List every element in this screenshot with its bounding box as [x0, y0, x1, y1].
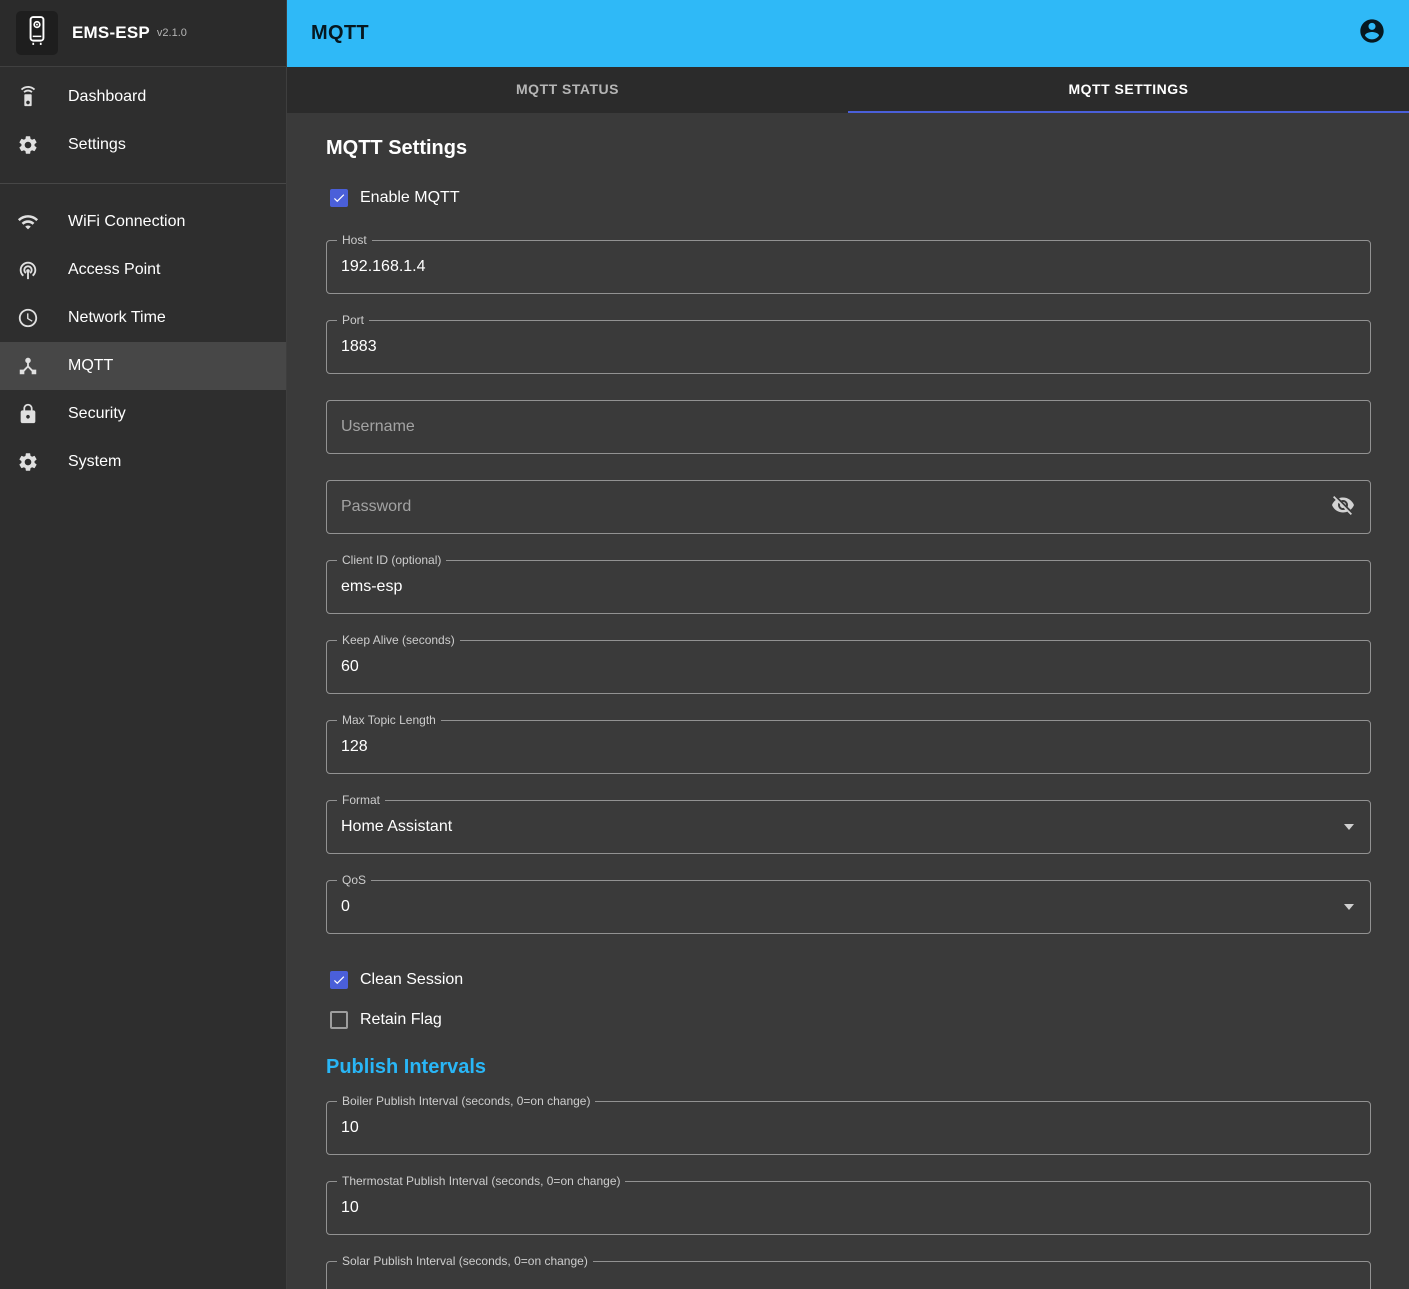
field-value: Home Assistant	[341, 818, 1344, 836]
field-value: 1883	[341, 338, 1356, 356]
sidebar-item-wifi-connection[interactable]: WiFi Connection	[0, 198, 286, 246]
sidebar-item-security[interactable]: Security	[0, 390, 286, 438]
field-placeholder: Username	[341, 418, 1356, 436]
field-label: Format	[337, 793, 385, 807]
lock-icon	[16, 402, 40, 426]
sidebar-item-settings[interactable]: Settings	[0, 121, 286, 169]
username-field[interactable]: Username	[326, 400, 1371, 454]
client-id-field[interactable]: Client ID (optional) ems-esp	[326, 560, 1371, 614]
checkbox-label: Clean Session	[360, 971, 463, 989]
tab-mqtt-settings[interactable]: MQTT SETTINGS	[848, 67, 1409, 113]
device-hub-icon	[16, 354, 40, 378]
app-version: v2.1.0	[157, 27, 187, 39]
host-field[interactable]: Host 192.168.1.4	[326, 240, 1371, 294]
thermostat-publish-interval-field[interactable]: Thermostat Publish Interval (seconds, 0=…	[326, 1181, 1371, 1235]
gear-icon	[16, 450, 40, 474]
sidebar-project-menu: WiFi Connection Access Point Network Tim…	[0, 192, 286, 492]
sidebar-main-menu: Dashboard Settings	[0, 67, 286, 175]
app-root: EMS-ESP v2.1.0 Dashboard Settings	[0, 0, 1409, 1289]
sidebar-divider	[0, 183, 286, 184]
account-circle-icon	[1358, 17, 1386, 50]
form-title: MQTT Settings	[326, 137, 1371, 160]
tabbar: MQTT STATUS MQTT SETTINGS	[287, 67, 1409, 113]
sidebar-header: EMS-ESP v2.1.0	[0, 0, 286, 67]
field-label: Thermostat Publish Interval (seconds, 0=…	[337, 1174, 625, 1188]
checkbox-checked-icon	[330, 189, 348, 207]
field-label: Boiler Publish Interval (seconds, 0=on c…	[337, 1094, 595, 1108]
dropdown-arrow-icon	[1344, 904, 1354, 910]
wifi-tethering-icon	[16, 258, 40, 282]
app-logo	[16, 11, 58, 55]
sidebar-item-label: MQTT	[68, 357, 113, 375]
field-label: Port	[337, 313, 369, 327]
field-value: 10	[341, 1119, 1356, 1137]
sidebar-item-mqtt[interactable]: MQTT	[0, 342, 286, 390]
water-heater-icon	[24, 16, 50, 51]
main-area: MQTT MQTT STATUS MQTT SETTINGS MQTT Sett…	[287, 0, 1409, 1289]
tab-mqtt-status[interactable]: MQTT STATUS	[287, 67, 848, 113]
keep-alive-field[interactable]: Keep Alive (seconds) 60	[326, 640, 1371, 694]
port-field[interactable]: Port 1883	[326, 320, 1371, 374]
enable-mqtt-checkbox[interactable]: Enable MQTT	[326, 178, 1371, 218]
sidebar-item-label: WiFi Connection	[68, 213, 185, 231]
sidebar-item-label: Settings	[68, 136, 126, 154]
sidebar-item-label: Dashboard	[68, 88, 146, 106]
appbar: MQTT	[287, 0, 1409, 67]
field-value: 0	[341, 898, 1344, 916]
field-value: 60	[341, 658, 1356, 676]
wifi-icon	[16, 210, 40, 234]
boiler-publish-interval-field[interactable]: Boiler Publish Interval (seconds, 0=on c…	[326, 1101, 1371, 1155]
checkbox-label: Enable MQTT	[360, 189, 460, 207]
toggle-password-visibility-button[interactable]	[1330, 494, 1356, 520]
sidebar-item-dashboard[interactable]: Dashboard	[0, 73, 286, 121]
checkbox-label: Retain Flag	[360, 1011, 442, 1029]
qos-select[interactable]: QoS 0	[326, 880, 1371, 934]
field-value: 10	[341, 1199, 1356, 1217]
sidebar-item-label: Network Time	[68, 309, 166, 327]
app-title: EMS-ESP	[72, 23, 150, 43]
password-field[interactable]: Password	[326, 480, 1371, 534]
field-label: Solar Publish Interval (seconds, 0=on ch…	[337, 1254, 593, 1268]
visibility-off-icon	[1331, 493, 1355, 522]
sidebar-item-label: Access Point	[68, 261, 160, 279]
field-label: Max Topic Length	[337, 713, 441, 727]
field-value: 192.168.1.4	[341, 258, 1356, 276]
format-select[interactable]: Format Home Assistant	[326, 800, 1371, 854]
field-value: ems-esp	[341, 578, 1356, 596]
gear-icon	[16, 133, 40, 157]
remote-device-icon	[16, 85, 40, 109]
max-topic-length-field[interactable]: Max Topic Length 128	[326, 720, 1371, 774]
checkbox-unchecked-icon	[330, 1011, 348, 1029]
field-value: 128	[341, 738, 1356, 756]
field-label: Client ID (optional)	[337, 553, 446, 567]
sidebar-item-system[interactable]: System	[0, 438, 286, 486]
clean-session-checkbox[interactable]: Clean Session	[326, 960, 1371, 1000]
field-label: Host	[337, 233, 372, 247]
field-label: QoS	[337, 873, 371, 887]
retain-flag-checkbox[interactable]: Retain Flag	[326, 1000, 1371, 1040]
checkbox-checked-icon	[330, 971, 348, 989]
field-placeholder: Password	[341, 498, 1330, 516]
page-title: MQTT	[311, 22, 1357, 45]
clock-icon	[16, 306, 40, 330]
sidebar: EMS-ESP v2.1.0 Dashboard Settings	[0, 0, 287, 1289]
sidebar-item-label: System	[68, 453, 121, 471]
sidebar-item-access-point[interactable]: Access Point	[0, 246, 286, 294]
field-label: Keep Alive (seconds)	[337, 633, 460, 647]
sidebar-item-label: Security	[68, 405, 126, 423]
dropdown-arrow-icon	[1344, 824, 1354, 830]
account-button[interactable]	[1357, 19, 1387, 49]
solar-publish-interval-field[interactable]: Solar Publish Interval (seconds, 0=on ch…	[326, 1261, 1371, 1289]
sidebar-item-network-time[interactable]: Network Time	[0, 294, 286, 342]
mqtt-settings-panel: MQTT Settings Enable MQTT Host 192.168.1…	[287, 113, 1409, 1289]
publish-intervals-title: Publish Intervals	[326, 1056, 1371, 1079]
